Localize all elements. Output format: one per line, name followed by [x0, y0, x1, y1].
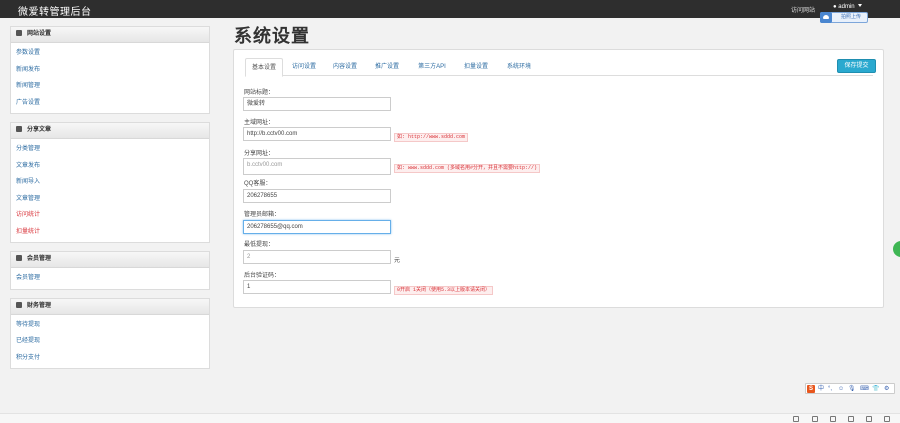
- ime-voice-icon[interactable]: 🎙: [848, 385, 856, 393]
- user-name: admin: [838, 4, 855, 10]
- sidebar-panel: 会员管理 会员管理: [10, 251, 210, 290]
- share-domain-input[interactable]: b.cctv00.com: [243, 158, 391, 175]
- section-icon: [16, 126, 22, 132]
- backend-verify-input[interactable]: 1: [243, 280, 391, 294]
- sidebar-panel-title: 网站设置: [27, 31, 52, 37]
- tab-2[interactable]: 内容设置: [325, 58, 365, 76]
- section-icon: [16, 255, 22, 261]
- sidebar-nav-item[interactable]: 文章管理: [16, 192, 204, 209]
- sidebar-nav-item[interactable]: 新闻导入: [16, 175, 204, 192]
- ime-settings-icon[interactable]: ⚙: [884, 385, 889, 393]
- sidebar-panel-title: 财务管理: [27, 302, 52, 309]
- pin-icon[interactable]: [793, 416, 799, 422]
- photo-upload-button[interactable]: 拍照上传: [820, 12, 868, 23]
- site-title-label: 网站标题：: [244, 90, 275, 96]
- tab-6[interactable]: 系统环境: [497, 58, 541, 76]
- user-menu[interactable]: ● admin: [833, 4, 862, 10]
- sidebar-panel-body: 等待提现 已经提现 积分支付: [11, 315, 209, 369]
- tab-3[interactable]: 推广设置: [367, 58, 407, 76]
- sidebar-panel: 网站设置参数设置 新闻发布 新闻管理 广告设置: [10, 26, 210, 114]
- sidebar-nav-item[interactable]: 参数设置: [16, 46, 204, 63]
- sidebar-nav-item[interactable]: 等待提现: [16, 318, 204, 335]
- settings-tabs: 基本设置 访问设置 内容设置 推广设置 第三方API 扣量设置 系统环境: [245, 58, 873, 77]
- ime-punct-icon[interactable]: °,: [828, 385, 832, 393]
- share-domain-label: 分享网址：: [244, 151, 275, 157]
- copy-icon[interactable]: [812, 416, 818, 422]
- bottom-status-bar: [0, 413, 900, 423]
- main-domain-label: 主域网址：: [244, 120, 275, 126]
- sidebar: 网站设置参数设置 新闻发布 新闻管理 广告设置分享文章分类管理 文章发布 新闻导入 文章管理…: [10, 26, 210, 377]
- sidebar-panel-header[interactable]: 网站设置: [11, 27, 209, 43]
- min-withdraw-label: 最低提现：: [244, 242, 275, 248]
- sidebar-panel: 财务管理等待提现 已经提现 积分支付: [10, 297, 210, 369]
- settings-panel: 基本设置 访问设置 内容设置 推广设置 第三方API 扣量设置 系统环境 保存提交 网站标题…: [233, 49, 884, 308]
- sidebar-nav-item[interactable]: 新闻管理: [16, 79, 204, 96]
- sidebar-panel: 分享文章分类管理 文章发布 新闻导入 文章管理 访问统计 扣量统计: [10, 122, 210, 243]
- ime-emoji-icon[interactable]: ☺: [838, 385, 844, 393]
- photo-upload-label: 拍照上传: [840, 14, 861, 20]
- chat-icon[interactable]: [866, 416, 872, 422]
- ime-toolbar[interactable]: S 中 °, ☺ 🎙 ⌨ 👕 ⚙: [805, 383, 895, 394]
- backend-verify-label: 后台验证码：: [244, 273, 281, 279]
- sidebar-panel-title: 会员管理: [27, 256, 52, 262]
- email-input[interactable]: 206278655@qq.com: [243, 220, 391, 234]
- sidebar-nav-item[interactable]: 新闻发布: [16, 63, 204, 80]
- tab-1[interactable]: 访问设置: [285, 58, 323, 76]
- share-domain-hint: 如: www.sddd.com (多域名用#分开，并且不需要http://): [394, 164, 541, 173]
- qq-label: QQ客服：: [244, 181, 272, 187]
- backend-verify-hint: 0开启 1关闭（使用5.3以上版本请关闭）: [394, 286, 494, 295]
- sidebar-nav-item[interactable]: 积分支付: [16, 351, 204, 368]
- page-title: 系统设置: [234, 26, 310, 46]
- visit-site-link[interactable]: 访问网站: [791, 5, 815, 14]
- main-domain-hint: 如: http://www.sddd.com: [394, 133, 469, 142]
- sidebar-nav-item[interactable]: 文章发布: [16, 159, 204, 176]
- sidebar-nav-item[interactable]: 广告设置: [16, 96, 204, 113]
- ime-keyboard-icon[interactable]: ⌨: [860, 385, 869, 393]
- sidebar-panel-header[interactable]: 财务管理: [11, 298, 209, 315]
- sidebar-nav-item[interactable]: 已经提现: [16, 334, 204, 351]
- sidebar-panel-body: 会员管理: [11, 268, 209, 289]
- min-withdraw-input[interactable]: 2: [243, 250, 391, 264]
- site-title-input[interactable]: 微爱转: [243, 97, 391, 111]
- volume-icon[interactable]: [848, 416, 854, 422]
- tab-0[interactable]: 基本设置: [245, 58, 283, 77]
- save-button[interactable]: 保存提交: [837, 59, 876, 73]
- sidebar-panel-header[interactable]: 会员管理: [11, 252, 209, 268]
- chevron-down-icon: [857, 4, 862, 7]
- sidebar-panel-body: 参数设置 新闻发布 新闻管理 广告设置: [11, 43, 209, 113]
- floating-side-handle[interactable]: [893, 241, 900, 257]
- ime-mode-icon[interactable]: 中: [818, 385, 824, 393]
- ime-logo-icon: S: [807, 385, 815, 393]
- sidebar-panel-header[interactable]: 分享文章: [11, 123, 209, 139]
- section-icon: [16, 301, 22, 308]
- min-withdraw-unit: 元: [394, 258, 401, 264]
- sidebar-nav-item[interactable]: 分类管理: [16, 142, 204, 159]
- main-domain-input[interactable]: http://b.cctv00.com: [243, 127, 391, 141]
- section-icon: [16, 30, 22, 36]
- sidebar-nav-item[interactable]: 会员管理: [16, 271, 204, 288]
- email-label: 管理员邮箱：: [244, 212, 281, 218]
- trash-icon[interactable]: [830, 416, 836, 422]
- tab-4[interactable]: 第三方API: [409, 58, 455, 76]
- top-navbar: 微爱转管理后台 访问网站 ● admin: [0, 0, 900, 18]
- sidebar-nav-item[interactable]: 访问统计: [16, 208, 204, 225]
- expand-icon[interactable]: [884, 416, 890, 422]
- sidebar-panel-title: 分享文章: [27, 127, 52, 133]
- ime-skin-icon[interactable]: 👕: [872, 385, 879, 393]
- qq-input[interactable]: 206278655: [243, 189, 391, 203]
- brand-title[interactable]: 微爱转管理后台: [18, 3, 92, 18]
- sidebar-nav-item[interactable]: 扣量统计: [16, 225, 204, 242]
- tab-5[interactable]: 扣量设置: [457, 58, 495, 76]
- sidebar-panel-body: 分类管理 文章发布 新闻导入 文章管理 访问统计 扣量统计: [11, 139, 209, 242]
- cloud-icon: [820, 12, 832, 23]
